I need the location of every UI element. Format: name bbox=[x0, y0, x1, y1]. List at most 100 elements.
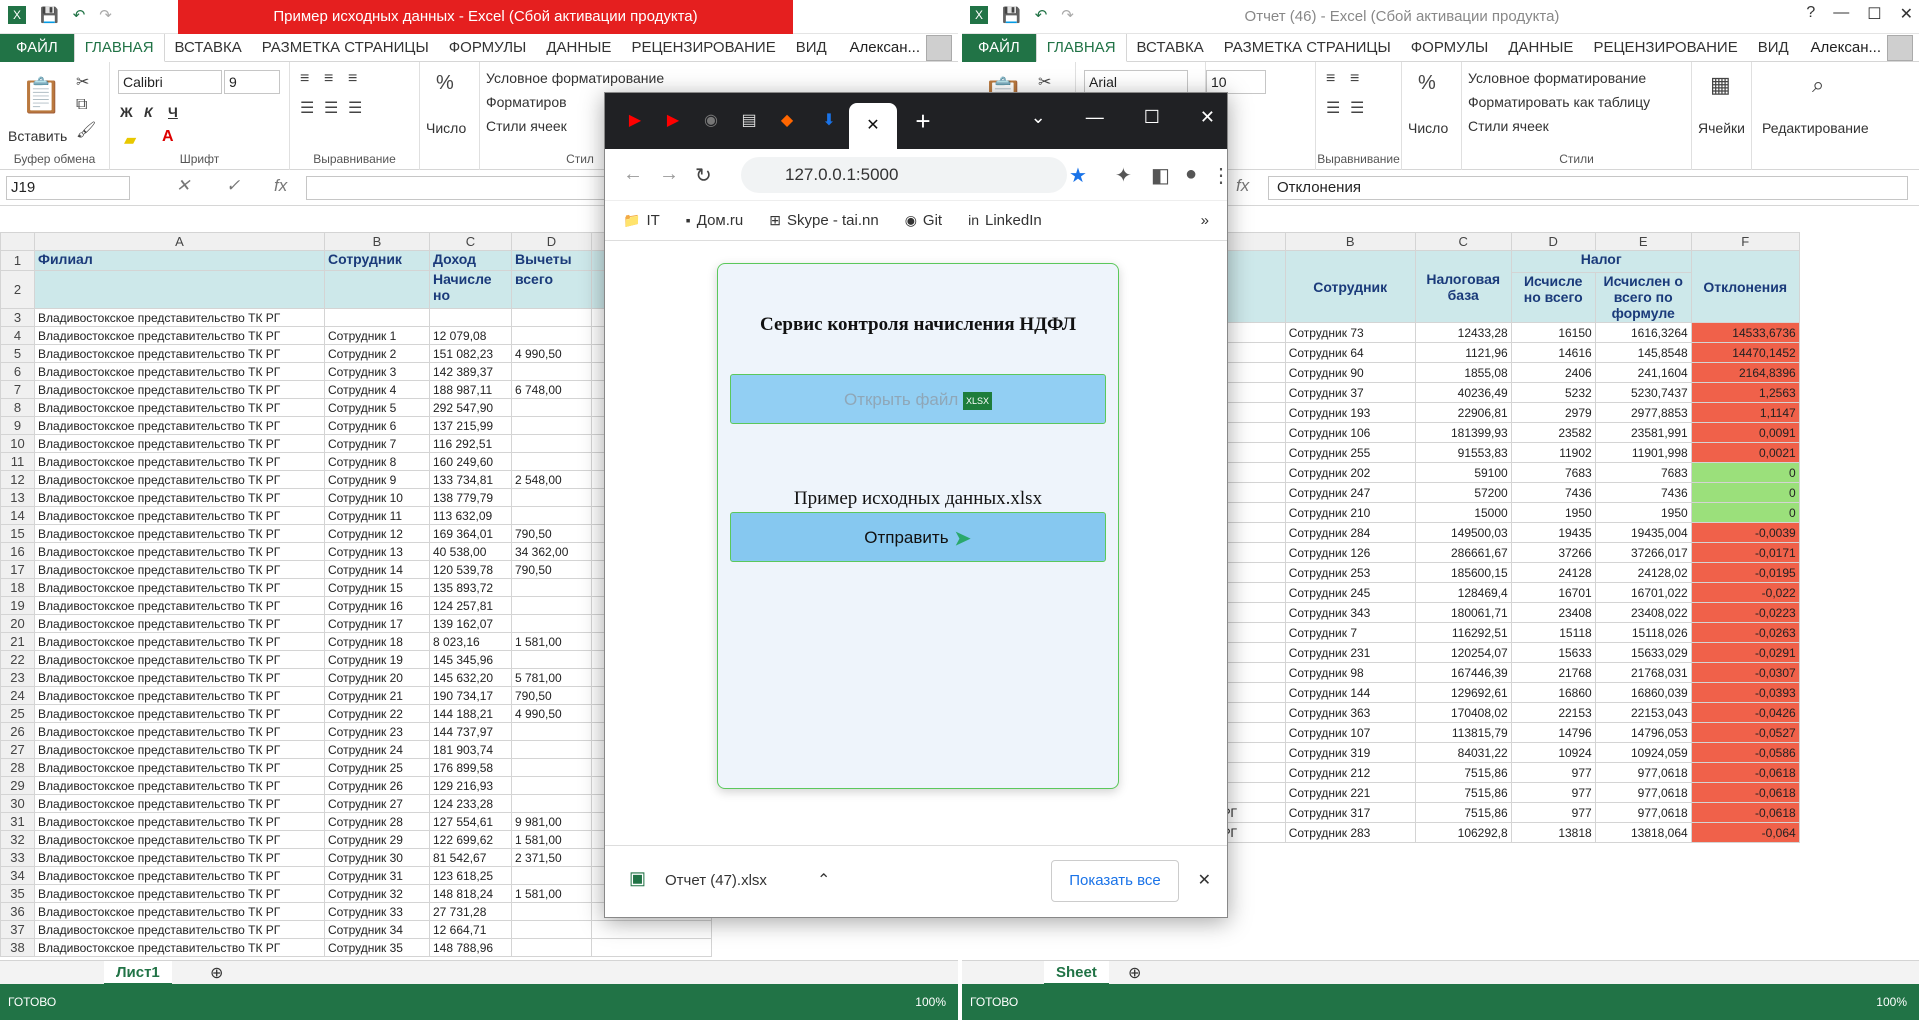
cell-styles-button[interactable]: Стили ячеек bbox=[486, 118, 567, 134]
header-income[interactable]: Доход bbox=[429, 250, 512, 271]
row-header[interactable]: 34 bbox=[0, 866, 35, 885]
cell-income[interactable]: 148 788,96 bbox=[429, 938, 512, 957]
row-header[interactable]: 8 bbox=[0, 398, 35, 417]
cell-deductions[interactable] bbox=[511, 920, 592, 939]
row-header[interactable]: 6 bbox=[0, 362, 35, 381]
cell-calc-formula[interactable]: 10924,059 bbox=[1594, 742, 1692, 763]
cell-filial[interactable]: Владивостокское представительство ТК РГ bbox=[34, 308, 325, 327]
cell-employee[interactable]: Сотрудник 24 bbox=[324, 740, 430, 759]
cell-income[interactable]: 144 737,97 bbox=[429, 722, 512, 741]
cell-calc-total[interactable]: 13818 bbox=[1510, 822, 1596, 843]
cell-calc-formula[interactable]: 1616,3264 bbox=[1594, 322, 1692, 343]
formula-input[interactable] bbox=[306, 176, 606, 200]
cell-deductions[interactable] bbox=[511, 452, 592, 471]
cell-deductions[interactable] bbox=[511, 308, 592, 327]
tab-item[interactable]: РАЗМЕТКА СТРАНИЦЫ bbox=[1214, 34, 1401, 62]
extensions-icon[interactable]: ✦ bbox=[1115, 163, 1132, 188]
cell-filial[interactable]: Владивостокское представительство ТК РГ bbox=[34, 452, 325, 471]
bookmark-item[interactable]: ▪ Дом.ru bbox=[686, 212, 743, 229]
sheet-tab[interactable]: Лист1 bbox=[104, 961, 172, 985]
cell-filial[interactable]: Владивостокское представительство ТК РГ bbox=[34, 578, 325, 597]
cell-employee[interactable]: Сотрудник 11 bbox=[324, 506, 430, 525]
row-header[interactable]: 22 bbox=[0, 650, 35, 669]
cell-tax-base[interactable]: 1855,08 bbox=[1414, 362, 1512, 383]
cell-employee[interactable]: Сотрудник 253 bbox=[1284, 562, 1416, 583]
bookmark-item[interactable]: ◉ Git bbox=[905, 212, 942, 229]
cell-tax-base[interactable]: 181399,93 bbox=[1414, 422, 1512, 443]
cell-employee[interactable]: Сотрудник 255 bbox=[1284, 442, 1416, 463]
tab-item[interactable]: ВИД bbox=[1748, 34, 1799, 62]
cell-income[interactable]: 138 779,79 bbox=[429, 488, 512, 507]
cell-deductions[interactable] bbox=[511, 650, 592, 669]
cell-filial[interactable]: Владивостокское представительство ТК РГ bbox=[34, 542, 325, 561]
align-right-icon[interactable]: ☰ bbox=[348, 98, 362, 118]
cell-income[interactable]: 139 162,07 bbox=[429, 614, 512, 633]
column-header[interactable]: D bbox=[1510, 232, 1596, 251]
row-header[interactable]: 35 bbox=[0, 884, 35, 903]
cell-deductions[interactable] bbox=[511, 578, 592, 597]
cell-income[interactable]: 122 699,62 bbox=[429, 830, 512, 849]
row-header[interactable]: 32 bbox=[0, 830, 35, 849]
tab-item[interactable]: ДАННЫЕ bbox=[1498, 34, 1583, 62]
cell-calc-formula[interactable]: 2977,8853 bbox=[1594, 402, 1692, 423]
cell-deviation[interactable]: 14470,1452 bbox=[1690, 342, 1800, 363]
cell-employee[interactable]: Сотрудник 15 bbox=[324, 578, 430, 597]
fill-color-icon[interactable]: ▰ bbox=[124, 130, 136, 150]
header-deductions-total[interactable]: всего bbox=[511, 270, 592, 309]
cell-employee[interactable]: Сотрудник 2 bbox=[324, 344, 430, 363]
maximize-icon[interactable]: ☐ bbox=[1144, 107, 1160, 128]
cell-calc-formula[interactable]: 977,0618 bbox=[1594, 782, 1692, 803]
cell-income[interactable]: 124 257,81 bbox=[429, 596, 512, 615]
cell-employee[interactable]: Сотрудник 7 bbox=[1284, 622, 1416, 643]
number-format-button[interactable]: Число bbox=[1408, 120, 1448, 136]
cell-tax-base[interactable]: 40236,49 bbox=[1414, 382, 1512, 403]
save-icon[interactable]: 💾 bbox=[40, 6, 59, 24]
tab-home[interactable]: ГЛАВНАЯ bbox=[1035, 33, 1127, 62]
cell-employee[interactable]: Сотрудник 90 bbox=[1284, 362, 1416, 383]
cell-employee[interactable]: Сотрудник 5 bbox=[324, 398, 430, 417]
tab-item[interactable]: ДАННЫЕ bbox=[536, 34, 621, 62]
cell-filial[interactable]: Владивостокское представительство ТК РГ bbox=[34, 884, 325, 903]
cell-filial[interactable]: Владивостокское представительство ТК РГ bbox=[34, 524, 325, 543]
cell-employee[interactable]: Сотрудник 193 bbox=[1284, 402, 1416, 423]
cell-tax-base[interactable]: 12433,28 bbox=[1414, 322, 1512, 343]
cell-income[interactable]: 181 903,74 bbox=[429, 740, 512, 759]
cell-calc-total[interactable]: 24128 bbox=[1510, 562, 1596, 583]
cell-income[interactable]: 145 632,20 bbox=[429, 668, 512, 687]
zoom-level[interactable]: 100% bbox=[1876, 984, 1907, 1020]
cell-employee[interactable]: Сотрудник 4 bbox=[324, 380, 430, 399]
fx-icon[interactable]: fx bbox=[274, 176, 287, 196]
cell-employee[interactable]: Сотрудник 3 bbox=[324, 362, 430, 381]
menu-icon[interactable]: ⋮ bbox=[1211, 163, 1231, 188]
cell-filial[interactable]: Владивостокское представительство ТК РГ bbox=[34, 416, 325, 435]
cell-deductions[interactable]: 1 581,00 bbox=[511, 884, 592, 903]
format-table-button[interactable]: Форматиров bbox=[486, 94, 567, 110]
cell-employee[interactable]: Сотрудник 8 bbox=[324, 452, 430, 471]
cell-income[interactable]: 116 292,51 bbox=[429, 434, 512, 453]
row-header[interactable]: 21 bbox=[0, 632, 35, 651]
cell-tax-base[interactable]: 15000 bbox=[1414, 502, 1512, 523]
cell-calc-total[interactable]: 1950 bbox=[1510, 502, 1596, 523]
cell-income[interactable]: 12 664,71 bbox=[429, 920, 512, 939]
cell-calc-formula[interactable]: 7436 bbox=[1594, 482, 1692, 503]
cell-income[interactable]: 124 233,28 bbox=[429, 794, 512, 813]
cell-filial[interactable]: Владивостокское представительство ТК РГ bbox=[34, 434, 325, 453]
cell-deductions[interactable] bbox=[511, 326, 592, 345]
cell-employee[interactable]: Сотрудник 126 bbox=[1284, 542, 1416, 563]
cell-employee[interactable]: Сотрудник 10 bbox=[324, 488, 430, 507]
cell-income[interactable]: 27 731,28 bbox=[429, 902, 512, 921]
forward-icon[interactable]: → bbox=[659, 163, 679, 186]
cell-employee[interactable]: Сотрудник 317 bbox=[1284, 802, 1416, 823]
cell-calc-total[interactable]: 37266 bbox=[1510, 542, 1596, 563]
column-header[interactable]: C bbox=[1414, 232, 1512, 251]
cell-filial[interactable]: Владивостокское представительство ТК РГ bbox=[34, 902, 325, 921]
cell-employee[interactable]: Сотрудник 20 bbox=[324, 668, 430, 687]
add-sheet-icon[interactable]: ⊕ bbox=[1128, 963, 1141, 983]
cell-employee[interactable]: Сотрудник 210 bbox=[1284, 502, 1416, 523]
cell-filial[interactable]: Владивостокское представительство ТК РГ bbox=[34, 776, 325, 795]
cell-deductions[interactable]: 4 990,50 bbox=[511, 704, 592, 723]
cell-calc-formula[interactable]: 19435,004 bbox=[1594, 522, 1692, 543]
minimize-icon[interactable]: — bbox=[1086, 107, 1104, 128]
cell-employee[interactable]: Сотрудник 98 bbox=[1284, 662, 1416, 683]
cell-filial[interactable]: Владивостокское представительство ТК РГ bbox=[34, 920, 325, 939]
